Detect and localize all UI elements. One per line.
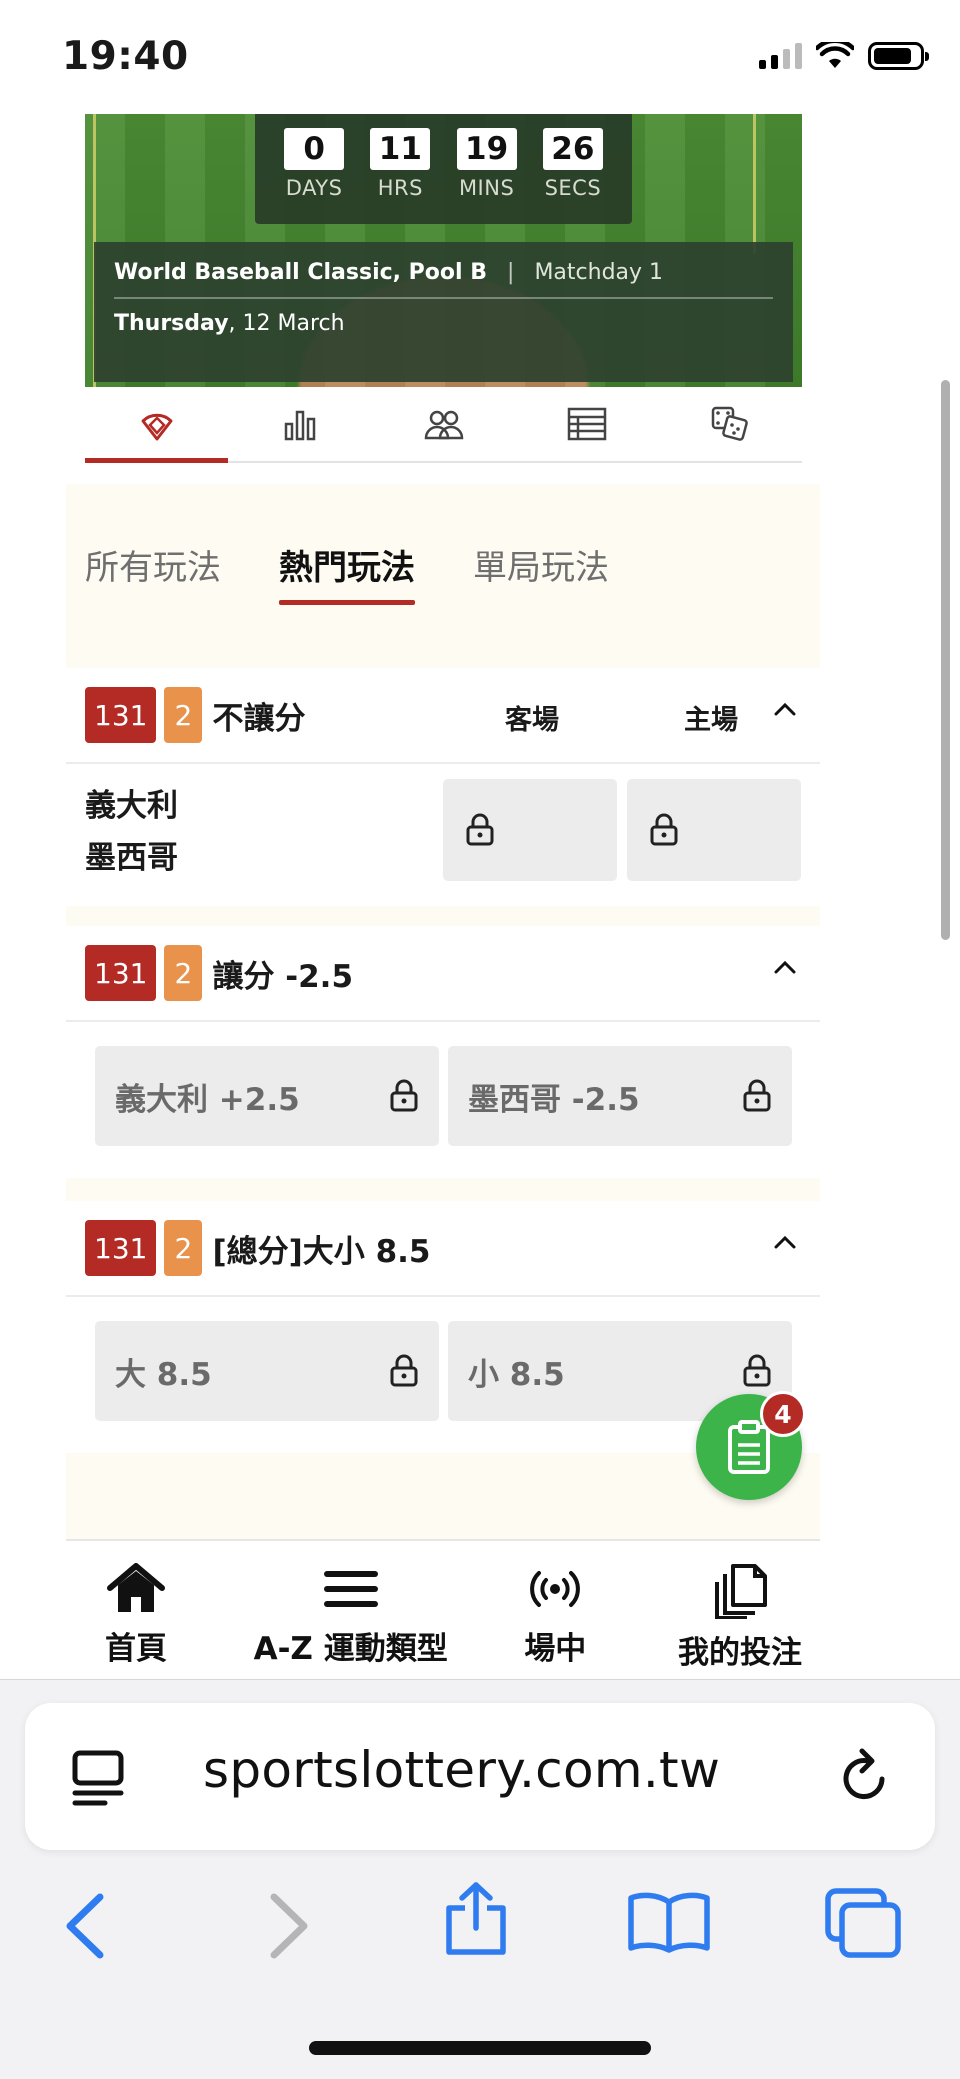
live-broadcast-icon bbox=[530, 1571, 581, 1607]
market-moneyline: 131 2 不讓分 客場 主場 義大利 墨西哥 bbox=[66, 668, 820, 906]
my-bets-icon bbox=[714, 1564, 767, 1619]
period-badge: 2 bbox=[164, 945, 203, 1001]
odds-option[interactable]: 墨西哥 -2.5 bbox=[448, 1046, 792, 1146]
nav-sports-az[interactable]: A-Z 運動類型 bbox=[251, 1563, 451, 1679]
tab-all-markets[interactable]: 所有玩法 bbox=[85, 540, 221, 605]
bookmarks-icon[interactable] bbox=[627, 1890, 711, 1954]
browser-toolbar: sportslottery.com.tw bbox=[0, 1679, 960, 2079]
status-bar: 19:40 bbox=[0, 0, 960, 115]
matchday: Matchday 1 bbox=[534, 260, 664, 285]
market-filter-tabs: 所有玩法 熱門玩法 單局玩法 bbox=[85, 540, 609, 605]
match-date-text: , 12 March bbox=[228, 311, 345, 336]
market-handicap: 131 2 讓分 -2.5 義大利 +2.5 墨西哥 -2.5 bbox=[66, 926, 820, 1178]
nav-live-label: 場中 bbox=[524, 1631, 587, 1667]
market-code-badge: 131 bbox=[85, 1220, 157, 1276]
nav-sports-az-label: A-Z 運動類型 bbox=[253, 1631, 448, 1667]
lock-icon bbox=[390, 1079, 418, 1112]
address-bar[interactable]: sportslottery.com.tw bbox=[25, 1703, 935, 1850]
match-icon-tabs bbox=[85, 387, 802, 463]
page-settings-icon[interactable] bbox=[71, 1749, 127, 1807]
menu-icon bbox=[323, 1571, 378, 1607]
odds-option[interactable]: 義大利 +2.5 bbox=[95, 1046, 439, 1146]
chevron-up-icon[interactable] bbox=[774, 702, 796, 716]
lock-icon bbox=[743, 1354, 771, 1387]
countdown-minutes: 19 MINS bbox=[452, 128, 522, 224]
tabs-icon[interactable] bbox=[824, 1887, 904, 1959]
competition-row: World Baseball Classic, Pool B | Matchda… bbox=[114, 260, 773, 299]
battery-icon bbox=[868, 42, 929, 70]
match-info-box: World Baseball Classic, Pool B | Matchda… bbox=[94, 242, 793, 382]
period-badge: 2 bbox=[164, 687, 203, 743]
market-title: 讓分 -2.5 bbox=[212, 958, 354, 995]
market-code-badge: 131 bbox=[85, 687, 157, 743]
market-title: 不讓分 bbox=[212, 700, 306, 737]
nav-my-bets-label: 我的投注 bbox=[677, 1635, 802, 1671]
page: 19:40 0 DAYS 11 HRS 19 MINS 26 SECS Worl… bbox=[0, 0, 960, 2079]
tab-stats[interactable] bbox=[228, 387, 371, 461]
option-label: 大 8.5 bbox=[115, 1356, 212, 1393]
match-day: Thursday bbox=[114, 311, 229, 336]
back-icon[interactable] bbox=[62, 1893, 108, 1959]
reload-icon[interactable] bbox=[838, 1747, 894, 1807]
odds-option[interactable]: 大 8.5 bbox=[95, 1321, 439, 1421]
market-code-badge: 131 bbox=[85, 945, 157, 1001]
tab-popular-markets[interactable]: 熱門玩法 bbox=[279, 540, 415, 605]
nav-home-label: 首頁 bbox=[105, 1631, 167, 1667]
cellular-signal-icon bbox=[759, 43, 802, 69]
tab-markets[interactable] bbox=[85, 387, 229, 463]
odds-away-locked[interactable] bbox=[443, 779, 617, 881]
market-header[interactable]: 131 2 [總分]大小 8.5 bbox=[66, 1201, 820, 1297]
wifi-icon bbox=[816, 42, 854, 68]
odds-home-locked[interactable] bbox=[627, 779, 801, 881]
nav-home[interactable]: 首頁 bbox=[66, 1563, 206, 1679]
lock-icon bbox=[743, 1079, 771, 1112]
home-icon bbox=[107, 1563, 165, 1612]
match-hero-banner: 0 DAYS 11 HRS 19 MINS 26 SECS World Base… bbox=[85, 114, 802, 387]
countdown-timer: 0 DAYS 11 HRS 19 MINS 26 SECS bbox=[255, 114, 632, 224]
url-text: sportslottery.com.tw bbox=[203, 1741, 721, 1799]
lineups-icon bbox=[424, 410, 463, 440]
page-scrollbar[interactable] bbox=[941, 380, 950, 940]
market-header[interactable]: 131 2 讓分 -2.5 bbox=[66, 926, 820, 1022]
share-icon[interactable] bbox=[443, 1880, 509, 1956]
stats-bars-icon bbox=[284, 410, 316, 441]
separator: | bbox=[507, 260, 515, 285]
countdown-hours: 11 HRS bbox=[365, 128, 435, 224]
column-home: 主場 bbox=[684, 705, 738, 736]
lock-icon bbox=[390, 1354, 418, 1387]
status-icons bbox=[759, 42, 929, 70]
lock-icon bbox=[650, 813, 678, 846]
nav-live[interactable]: 場中 bbox=[495, 1563, 615, 1679]
market-header[interactable]: 131 2 不讓分 客場 主場 bbox=[66, 668, 820, 764]
tab-inning-markets[interactable]: 單局玩法 bbox=[473, 540, 609, 605]
dice-icon bbox=[712, 406, 749, 441]
market-body: 義大利 墨西哥 bbox=[66, 764, 820, 904]
period-badge: 2 bbox=[164, 1220, 203, 1276]
market-title: [總分]大小 8.5 bbox=[212, 1233, 431, 1270]
chevron-up-icon[interactable] bbox=[774, 960, 796, 974]
tab-standings[interactable] bbox=[515, 387, 658, 461]
tab-games[interactable] bbox=[659, 387, 802, 461]
betslip-count-badge: 4 bbox=[760, 1391, 806, 1437]
column-away: 客場 bbox=[505, 705, 559, 736]
lock-icon bbox=[466, 813, 494, 846]
nav-my-bets[interactable]: 我的投注 bbox=[660, 1563, 820, 1679]
foul-line-right bbox=[753, 114, 756, 254]
competition-name: World Baseball Classic, Pool B bbox=[114, 260, 488, 285]
option-label: 小 8.5 bbox=[468, 1356, 565, 1393]
standings-list-icon bbox=[567, 407, 607, 441]
market-body: 義大利 +2.5 墨西哥 -2.5 bbox=[66, 1022, 820, 1176]
tab-lineups[interactable] bbox=[372, 387, 515, 461]
countdown-days: 0 DAYS bbox=[279, 128, 349, 224]
status-time: 19:40 bbox=[62, 34, 189, 79]
match-date: Thursday, 12 March bbox=[114, 311, 773, 336]
home-indicator bbox=[309, 2041, 651, 2055]
bottom-nav: 首頁 A-Z 運動類型 場中 我的投注 bbox=[66, 1539, 820, 1679]
option-label: 墨西哥 -2.5 bbox=[468, 1081, 640, 1118]
option-label: 義大利 +2.5 bbox=[115, 1081, 300, 1118]
countdown-seconds: 26 SECS bbox=[538, 128, 608, 224]
chevron-up-icon[interactable] bbox=[774, 1235, 796, 1249]
baseball-field-icon bbox=[141, 413, 173, 441]
forward-icon[interactable] bbox=[266, 1893, 312, 1959]
